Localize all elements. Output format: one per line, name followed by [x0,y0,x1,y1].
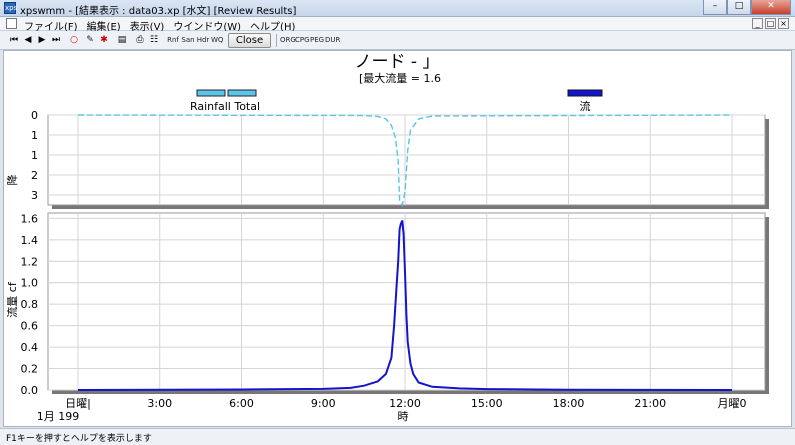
app-icon[interactable]: xps [4,2,17,14]
x-tick-label: 9:00 [311,397,336,410]
x-tick-label: 15:00 [471,397,503,410]
x-axis-date-label: 1月 199 [37,410,80,423]
cpg-button[interactable]: CPG [295,34,310,46]
mdi-controls: _ □ × [752,18,789,29]
status-text: F1キーを押すとヘルプを表示します [6,434,152,444]
flow-y-tick-label: 1.0 [21,277,39,290]
menu-bar: ファイル(F) 編集(E) 表示(V) ウインドウ(W) ヘルプ(H) _ □ … [0,17,795,33]
wq-button[interactable]: WQ [211,34,223,46]
x-axis-title: 時 [398,410,409,423]
flow-y-tick-label: 0.6 [21,320,39,333]
legend-flow-swatch [567,89,603,97]
x-tick-label: 12:00 [389,397,421,410]
mdi-restore-icon[interactable]: □ [765,18,776,29]
flow-y-tick-label: 1.4 [21,234,39,247]
mdi-close-icon[interactable]: × [778,18,789,29]
x-tick-label: 6:00 [229,397,254,410]
rnf-button[interactable]: Rnf [166,34,180,46]
flow-y-tick-label: 0.2 [21,363,39,376]
document-icon[interactable] [6,18,17,29]
previous-record-icon[interactable]: ◀ [22,34,34,46]
rainfall-y-tick-label: 3 [31,189,38,202]
rainfall-y-tick-label: 1 [31,129,38,142]
close-icon[interactable]: ✕ [751,0,791,15]
maximize-icon[interactable]: □ [727,0,751,15]
legend-rainfall-label: Rainfall Total [190,100,260,113]
title-bar: xps xpswmm - [結果表示 : data03.xp [水文] [Rev… [0,0,795,17]
close-button[interactable]: Close [228,33,271,48]
flow-y-tick-label: 1.2 [21,255,39,268]
first-record-icon[interactable]: ⏮ [8,34,20,46]
rainfall-y-tick-label: 2 [31,169,38,182]
legend-rainfall-swatch-2 [227,89,257,97]
flow-y-tick-label: 0.4 [21,341,39,354]
chart-title: ノード - 」 [355,52,440,72]
x-tick-label: 3:00 [147,397,172,410]
legend-rainfall-swatch-1 [196,89,226,97]
flow-y-tick-label: 0.8 [21,298,39,311]
toolbar: ⏮ ◀ ▶ ⏭ ○ ✎ ✱ ▤ ⎙ ☷ Rnf San Hdr WQ Close… [0,31,795,50]
x-tick-label: 日曜| [65,397,91,410]
mdi-minimize-icon[interactable]: _ [752,18,763,29]
pen-icon[interactable]: ✎ [84,34,96,46]
org-button[interactable]: ORG [280,34,296,46]
x-tick-label: 21:00 [634,397,666,410]
flow-y-tick-label: 0.0 [21,384,39,397]
rainfall-y-tick-label: 0 [31,109,38,122]
runner-icon[interactable]: ✱ [98,34,110,46]
flow-axis-title: 流量 cf [5,281,19,318]
toolbar-separator [276,34,277,47]
window-controls: – □ ✕ [703,0,791,15]
minimize-icon[interactable]: – [703,0,727,15]
last-record-icon[interactable]: ⏭ [50,34,62,46]
next-record-icon[interactable]: ▶ [36,34,48,46]
san-button[interactable]: San [181,34,195,46]
peg-button[interactable]: PEG [310,34,324,46]
rainfall-y-tick-label: 1 [31,149,38,162]
status-bar: F1キーを押すとヘルプを表示します [0,428,795,445]
x-tick-label: 月曜0 [718,397,747,410]
table-icon[interactable]: ▤ [116,34,128,46]
print-icon[interactable]: ⎙ [134,34,146,46]
dur-button[interactable]: DUR [325,34,340,46]
circle-icon[interactable]: ○ [68,34,80,46]
chart-subtitle: [最大流量 = 1.6 [359,71,441,85]
print-preview-icon[interactable]: ☷ [148,34,160,46]
hydrograph-chart: ノード - 」 [最大流量 = 1.6 Rainfall Total 流 降 流… [5,52,769,423]
x-tick-label: 18:00 [553,397,585,410]
flow-y-tick-label: 1.6 [21,212,39,225]
legend-flow-label: 流 [580,99,591,113]
rainfall-axis-title: 降 [5,175,19,186]
hdr-button[interactable]: Hdr [196,34,210,46]
window-title: xpswmm - [結果表示 : data03.xp [水文] [Review … [20,6,297,17]
